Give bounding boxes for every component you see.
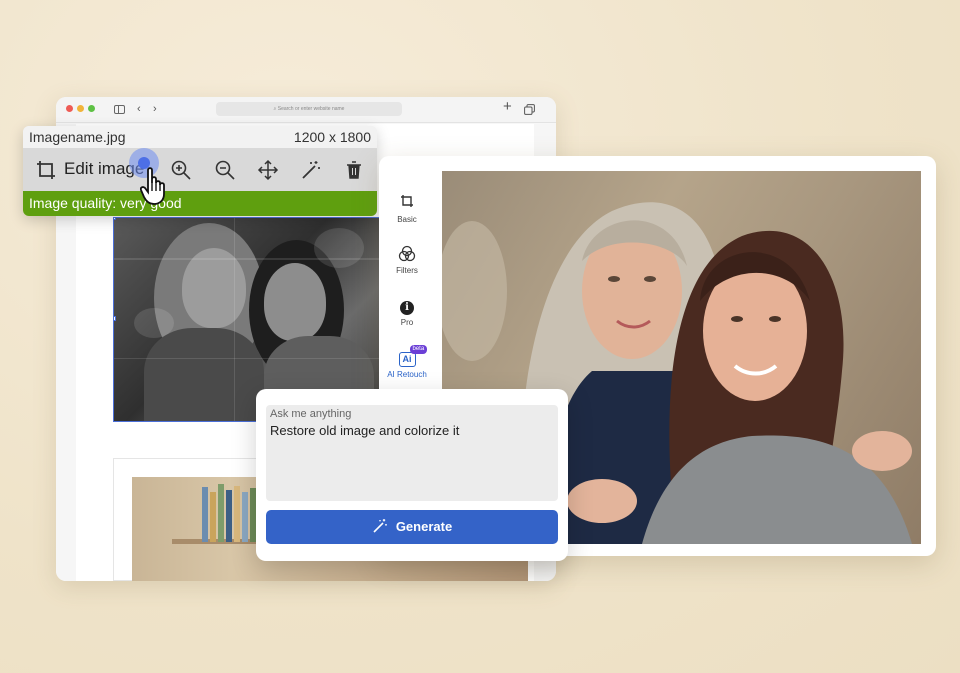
- hand-pointer-icon: [140, 167, 165, 205]
- tabs-overview-icon[interactable]: [524, 104, 535, 115]
- prompt-input[interactable]: Ask me anything Restore old image and co…: [266, 405, 558, 501]
- plus-icon[interactable]: +: [503, 99, 512, 114]
- crop-icon: [379, 194, 435, 212]
- generate-button[interactable]: Generate: [266, 510, 558, 544]
- side-tool-label: Basic: [397, 215, 417, 224]
- side-tool-ai-retouch[interactable]: Ai beta AI Retouch: [379, 345, 435, 379]
- zoom-out-icon[interactable]: [214, 159, 236, 181]
- sidebar-toggle-icon[interactable]: [114, 105, 125, 114]
- image-dimensions: 1200 x 1800: [293, 129, 371, 145]
- side-tool-filters[interactable]: Filters: [379, 245, 435, 275]
- filters-icon: [379, 245, 435, 263]
- ai-prompt-card: Ask me anything Restore old image and co…: [256, 389, 568, 561]
- generate-button-label: Generate: [395, 519, 453, 534]
- image-tool-row: Edit image: [23, 148, 377, 191]
- prompt-placeholder: Ask me anything: [270, 408, 352, 420]
- image-toolbar-panel: Imagename.jpg 1200 x 1800 Edit image Ima…: [23, 126, 377, 216]
- move-icon[interactable]: [257, 159, 279, 181]
- forward-icon[interactable]: ›: [153, 102, 157, 116]
- browser-toolbar: ‹ › ⌕ Search or enter website name +: [56, 97, 556, 123]
- side-tool-pro[interactable]: i Pro: [379, 297, 435, 327]
- back-icon[interactable]: ‹: [137, 102, 141, 116]
- maximize-window-button[interactable]: [88, 105, 95, 112]
- side-tool-label: Pro: [400, 318, 414, 327]
- ai-icon: Ai beta: [398, 345, 428, 367]
- minimize-window-button[interactable]: [77, 105, 84, 112]
- side-tool-label: Filters: [396, 266, 418, 275]
- close-window-button[interactable]: [66, 105, 73, 112]
- beta-badge: beta: [409, 345, 428, 354]
- address-placeholder: Search or enter website name: [277, 106, 345, 112]
- image-quality-status: Image quality: very good: [23, 191, 377, 216]
- side-tool-label: AI Retouch: [387, 370, 427, 379]
- side-tool-basic[interactable]: Basic: [379, 194, 435, 224]
- trash-icon[interactable]: [343, 159, 365, 181]
- image-info-header: Imagename.jpg 1200 x 1800: [23, 126, 377, 148]
- address-bar[interactable]: ⌕ Search or enter website name: [216, 102, 402, 116]
- magic-wand-icon[interactable]: [300, 159, 322, 181]
- info-icon: i: [400, 301, 414, 315]
- file-name: Imagename.jpg: [29, 129, 126, 145]
- magic-wand-icon: [373, 519, 387, 533]
- ai-icon-text: Ai: [402, 354, 412, 364]
- crop-icon[interactable]: [35, 159, 57, 181]
- prompt-text: Restore old image and colorize it: [270, 423, 460, 438]
